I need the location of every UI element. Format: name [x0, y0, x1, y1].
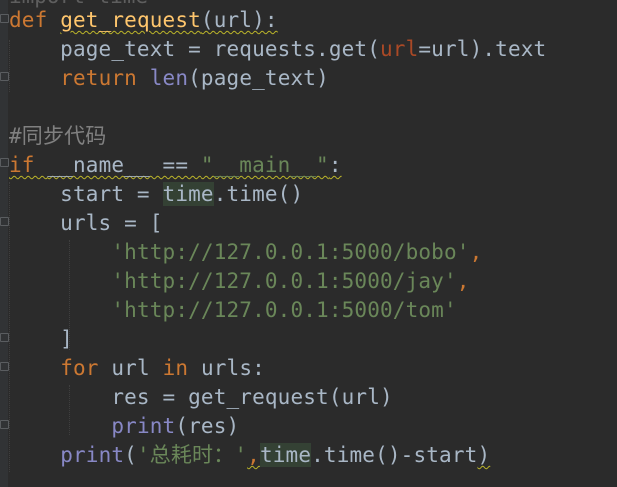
- code-line-1[interactable]: def get_request(url):: [9, 6, 278, 35]
- indent-guide: [9, 182, 10, 472]
- code-token: for: [60, 356, 112, 380]
- code-token: ,: [247, 443, 260, 467]
- code-token: return: [60, 66, 150, 90]
- code-line-9[interactable]: 'http://127.0.0.1:5000/bobo',: [9, 238, 482, 267]
- code-token: print: [60, 443, 125, 467]
- code-token: def: [9, 8, 61, 32]
- code-line-11[interactable]: 'http://127.0.0.1:5000/tom': [9, 296, 457, 325]
- code-token: urls:: [200, 356, 265, 380]
- code-token: in: [162, 356, 201, 380]
- code-line-2[interactable]: page_text = requests.get(url=url).text: [9, 35, 546, 64]
- code-token: =url).text: [418, 37, 547, 61]
- code-token: url: [380, 37, 419, 61]
- fold-marker-icon[interactable]: [0, 158, 9, 167]
- code-token: res = get_request(url): [9, 385, 393, 409]
- code-token: urls = [: [9, 211, 163, 235]
- code-token: print: [111, 414, 176, 438]
- code-token: 'http://127.0.0.1:5000/bobo': [111, 240, 470, 264]
- fold-marker-icon[interactable]: [0, 333, 9, 342]
- code-token: (res): [175, 414, 240, 438]
- indent-guide: [9, 40, 10, 92]
- code-line-3[interactable]: return len(page_text): [9, 64, 329, 93]
- indent-guide: [69, 240, 70, 350]
- code-line-5[interactable]: #同步代码: [9, 122, 106, 151]
- code-token: ): [477, 443, 491, 467]
- indent-guide: [69, 385, 70, 435]
- fold-marker-icon[interactable]: [0, 14, 9, 23]
- code-token: ,: [456, 269, 470, 293]
- code-line-15[interactable]: print(res): [9, 412, 239, 441]
- code-token: .time()-start: [311, 443, 478, 467]
- code-line-10[interactable]: 'http://127.0.0.1:5000/jay',: [9, 267, 470, 296]
- code-token: .time(): [213, 182, 304, 206]
- fold-marker-icon[interactable]: [0, 362, 9, 371]
- code-token: len: [149, 66, 189, 90]
- code-token: 'http://127.0.0.1:5000/jay': [111, 269, 457, 293]
- fold-marker-icon[interactable]: [0, 420, 9, 429]
- code-line-6[interactable]: if __name__ == "__main__":: [9, 151, 342, 180]
- code-line-14[interactable]: res = get_request(url): [9, 383, 393, 412]
- code-line-16[interactable]: print('总耗时：',time.time()-start): [9, 441, 490, 470]
- code-token: url: [111, 356, 163, 380]
- code-editor[interactable]: import time def get_request(url): page_t…: [0, 0, 617, 487]
- fold-marker-icon[interactable]: [0, 217, 9, 226]
- code-token: #同步代码: [9, 124, 107, 148]
- code-line-12[interactable]: ]: [9, 325, 73, 354]
- code-token: start =: [9, 182, 163, 206]
- fold-marker-icon[interactable]: [0, 72, 9, 81]
- code-token: __name__ ==: [47, 153, 201, 177]
- code-token: "__main__": [200, 153, 329, 177]
- code-token: get_request: [60, 8, 201, 32]
- code-token: :: [328, 153, 342, 177]
- code-line-13[interactable]: for url in urls:: [9, 354, 265, 383]
- code-token: if: [9, 153, 48, 177]
- code-line-7[interactable]: start = time.time(): [9, 180, 303, 209]
- code-token: 'http://127.0.0.1:5000/tom': [111, 298, 457, 322]
- code-token: '总耗时：': [136, 443, 248, 467]
- code-token: (url):: [200, 8, 278, 32]
- code-token: page_text = requests.get(: [9, 37, 380, 61]
- code-token: time: [259, 443, 312, 467]
- code-token: ,: [469, 240, 483, 264]
- code-token: (page_text): [188, 66, 329, 90]
- code-token: time: [162, 182, 214, 206]
- code-token: ]: [9, 327, 73, 351]
- code-token: (: [124, 443, 137, 467]
- code-line-8[interactable]: urls = [: [9, 209, 163, 238]
